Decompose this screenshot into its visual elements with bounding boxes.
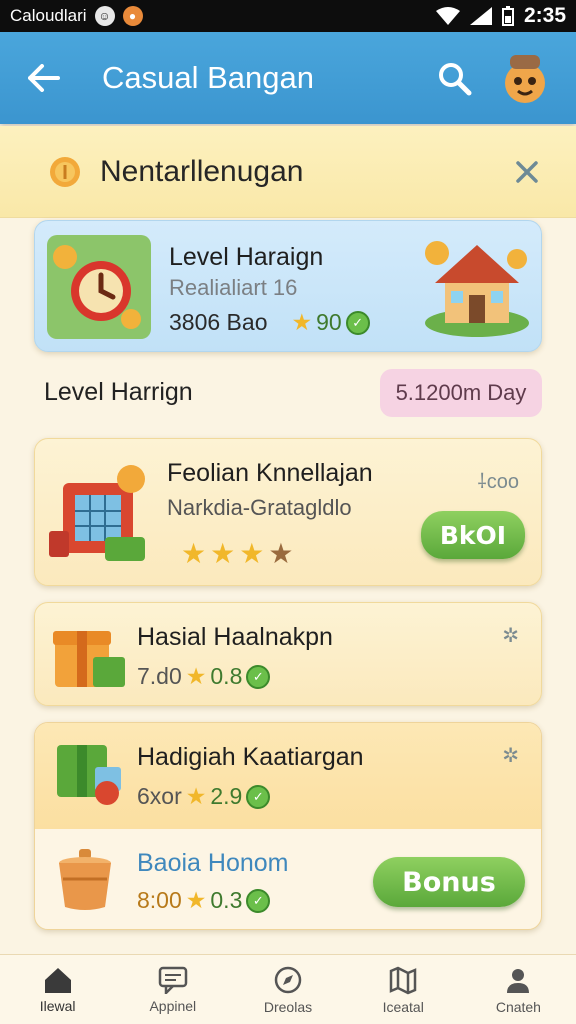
nav-item-map[interactable]: Iceatal — [346, 955, 461, 1024]
card1-action-button[interactable]: BkOI — [421, 511, 525, 559]
featured-title: Level Haraign — [169, 243, 324, 271]
bonus-points: 0.3 — [210, 887, 243, 913]
featured-level-card[interactable]: Level Haraign Realialiart 16 3806 Bao ★ … — [34, 220, 542, 352]
profile-avatar[interactable] — [496, 49, 554, 107]
app-bar: Casual Bangan — [0, 32, 576, 124]
level-card-3[interactable]: Hadigiah Kaatiargan ✲ 6xor ★ 2.9 ✓ Baoia… — [34, 722, 542, 930]
section-banner: Nentarllenugan — [0, 126, 576, 218]
compass-icon — [274, 966, 302, 993]
star-icon: ★ — [185, 663, 207, 689]
wifi-icon — [435, 7, 460, 25]
bonus-button[interactable]: Bonus — [373, 857, 525, 907]
nav-label: Iceatal — [382, 998, 424, 1015]
nav-item-profile[interactable]: Cnateh — [461, 955, 576, 1024]
star-icon: ★ — [185, 783, 207, 809]
banner-title: Nentarllenugan — [100, 154, 304, 188]
basket-icon — [59, 849, 111, 910]
nav-label: Appinel — [149, 997, 197, 1014]
star-icon: ★ — [210, 538, 236, 569]
featured-value: 3806 Bao ★ 90 ✓ — [169, 309, 370, 336]
featured-value-text: 3806 Bao — [169, 309, 268, 335]
signal-icon — [469, 7, 492, 25]
card1-corner-icon: ⸸coo — [477, 471, 519, 493]
banner-close-button[interactable] — [512, 157, 542, 187]
card3-corner-icon: ✲ — [502, 745, 519, 767]
chat-icon — [158, 966, 188, 994]
nav-label: Ilewal — [39, 997, 76, 1014]
card3-value-text: 6xor — [137, 783, 182, 809]
star-icon: ★ — [181, 538, 207, 569]
level-card-2[interactable]: Hasial Haalnakpn ✲ 7.d0 ★ 0.8 ✓ — [34, 602, 542, 706]
featured-stars-value: 90 — [316, 309, 342, 335]
app-notification-icon: ● — [122, 6, 143, 26]
search-icon — [439, 63, 472, 96]
clock: 2:35 — [523, 4, 566, 27]
map-icon — [389, 966, 417, 994]
coin-icon — [50, 156, 80, 187]
nav-item-compass[interactable]: Dreolas — [230, 955, 345, 1024]
app-title: Casual Bangan — [102, 60, 314, 95]
nav-item-chat[interactable]: Appinel — [115, 955, 230, 1024]
card2-title: Hasial Haalnakpn — [137, 623, 333, 651]
star-icon: ★ — [239, 538, 265, 569]
arrow-left-icon — [28, 64, 60, 92]
card1-subtitle: Narkdia-Gratagldlo — [167, 495, 352, 520]
card2-value: 7.d0 ★ 0.8 ✓ — [137, 663, 271, 690]
card3-points: 2.9 — [210, 783, 243, 809]
star-icon: ★ — [291, 309, 313, 335]
star-empty-icon: ★ — [268, 538, 294, 569]
card2-points: 0.8 — [210, 663, 243, 689]
bottom-navigation: Ilewal Appinel Dreolas Iceatal Cnateh — [0, 954, 576, 1024]
nav-label: Cnateh — [495, 998, 541, 1015]
nav-label: Dreolas — [263, 998, 313, 1015]
coin-badge-icon: ✓ — [246, 664, 271, 689]
search-button[interactable] — [432, 56, 476, 100]
card1-rating: ★ ★ ★ ★ — [181, 537, 293, 570]
featured-subtitle: Realialiart 16 — [169, 275, 298, 300]
house-icon — [425, 241, 529, 337]
coin-badge-icon: ✓ — [246, 888, 271, 913]
alarm-clock-icon — [47, 235, 151, 339]
card1-title: Feolian Knnellajan — [167, 459, 373, 487]
bonus-title: Baoia Honom — [137, 849, 289, 877]
star-icon: ★ — [185, 887, 207, 913]
level-row-label: Level Harrign — [44, 378, 193, 406]
battery-icon — [501, 6, 514, 26]
carrier-label: Caloudlari — [10, 6, 87, 25]
gift-box-icon — [53, 631, 125, 687]
bonus-value-text: 8:00 — [137, 887, 182, 913]
home-icon — [44, 967, 71, 993]
card2-corner-icon: ✲ — [502, 625, 519, 647]
close-icon — [516, 160, 538, 183]
building-icon — [49, 465, 145, 561]
coin-badge-icon: ✓ — [345, 310, 370, 335]
card2-value-text: 7.d0 — [137, 663, 182, 689]
gift-stack-icon — [57, 745, 121, 805]
nav-item-home[interactable]: Ilewal — [0, 955, 115, 1024]
back-button[interactable] — [22, 56, 66, 100]
coin-badge-icon: ✓ — [246, 784, 271, 809]
status-bar: Caloudlari ☺ ● 2:35 — [0, 0, 576, 32]
profile-icon — [507, 968, 530, 993]
card3-title: Hadigiah Kaatiargan — [137, 743, 364, 771]
level-row-pill[interactable]: 5.1200m Day — [380, 369, 542, 417]
bonus-value: 8:00 ★ 0.3 ✓ — [137, 887, 271, 914]
mascot-avatar-icon — [505, 55, 545, 103]
card3-value: 6xor ★ 2.9 ✓ — [137, 783, 271, 810]
notification-icon: ☺ — [94, 6, 115, 26]
level-card-1[interactable]: Feolian Knnellajan Narkdia-Gratagldlo ⸸c… — [34, 438, 542, 586]
